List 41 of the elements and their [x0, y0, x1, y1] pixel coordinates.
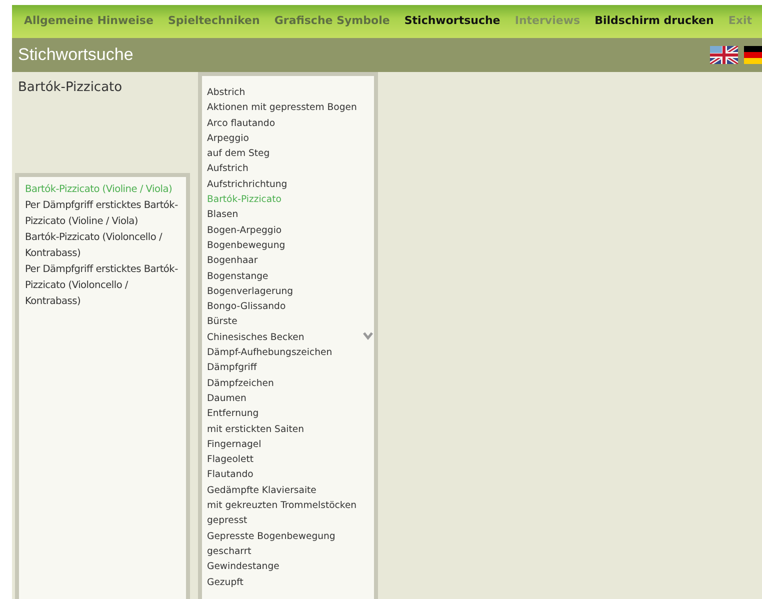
- entry-link[interactable]: Per Dämpfgriff ersticktes Bartók-Pizzicato (Violoncello / Kontrabass): [25, 262, 180, 310]
- keyword-item[interactable]: mit gekreuzten Trommelstöcken: [207, 498, 369, 514]
- keyword-item[interactable]: Abstrich: [207, 85, 369, 100]
- keyword-item[interactable]: Dämpfzeichen: [207, 376, 369, 391]
- keyword-item[interactable]: Aktionen mit gepresstem Bogen: [207, 100, 369, 116]
- keyword-item[interactable]: mit erstickten Saiten: [207, 422, 369, 437]
- keyword-item[interactable]: Arpeggio: [207, 130, 369, 146]
- page-title: Stichwortsuche: [18, 44, 134, 66]
- keyword-item[interactable]: Daumen: [207, 390, 369, 406]
- keyword-item[interactable]: Dämpf-Aufhebungszeichen: [207, 345, 369, 360]
- entry-link[interactable]: Per Dämpfgriff ersticktes Bartók-Pizzicato (Violine / Viola): [25, 198, 180, 230]
- keyword-item[interactable]: Bogen-Arpeggio: [207, 222, 369, 238]
- keyword-heading: Bartók-Pizzicato: [17, 79, 124, 97]
- keyword-item[interactable]: Bogenstange: [207, 268, 369, 284]
- keyword-item[interactable]: gepresst: [207, 513, 369, 529]
- nav-link[interactable]: Bildschirm drucken: [594, 11, 714, 32]
- english-flag-icon[interactable]: [710, 46, 738, 64]
- keyword-item[interactable]: Arco flautando: [207, 116, 369, 131]
- keyword-item[interactable]: Aufstrich: [207, 161, 369, 177]
- nav-link[interactable]: Stichwortsuche: [404, 11, 500, 32]
- chevron-down-icon[interactable]: [363, 332, 373, 340]
- keyword-item[interactable]: gescharrt: [207, 544, 369, 560]
- keyword-item[interactable]: Bongo-Glissando: [207, 299, 369, 314]
- keyword-item[interactable]: Bogenbewegung: [207, 238, 369, 254]
- keyword-item[interactable]: Bürste: [207, 314, 369, 330]
- keyword-item[interactable]: Gewindestange: [207, 559, 369, 574]
- keyword-item[interactable]: Entfernung: [207, 406, 369, 422]
- keyword-item[interactable]: auf dem Steg: [207, 146, 369, 162]
- keyword-item[interactable]: Blasen: [207, 207, 369, 223]
- keyword-item[interactable]: Chinesisches Becken: [207, 330, 369, 346]
- keyword-item[interactable]: Gezupft: [207, 574, 369, 590]
- keyword-item[interactable]: Flautando: [207, 467, 369, 483]
- keyword-item[interactable]: Aufstrichrichtung: [207, 176, 369, 192]
- keyword-item[interactable]: Bogenverlagerung: [207, 284, 369, 300]
- keyword-item[interactable]: Gepresste Bogenbewegung: [207, 528, 369, 544]
- keyword-item[interactable]: Flageolett: [207, 452, 369, 468]
- keyword-item[interactable]: Gedämpfte Klaviersaite: [207, 482, 369, 498]
- keyword-item[interactable]: Dämpfgriff: [207, 360, 369, 376]
- entry-link[interactable]: Bartók-Pizzicato (Violoncello / Kontrabass): [25, 230, 180, 262]
- keyword-item[interactable]: Fingernagel: [207, 436, 369, 452]
- keyword-item[interactable]: Bogenhaar: [207, 253, 369, 269]
